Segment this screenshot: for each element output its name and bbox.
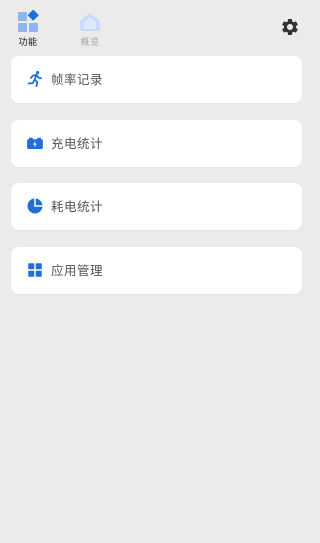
menu-item-fps-record[interactable]: 帧率记录 [11, 56, 302, 103]
home-icon [80, 13, 100, 31]
menu-item-app-management[interactable]: 应用管理 [11, 247, 302, 294]
menu-item-label: 充电统计 [51, 136, 104, 151]
menu-item-label: 耗电统计 [51, 199, 104, 214]
menu-item-drain-stats[interactable]: 耗电统计 [11, 183, 302, 230]
pie-chart-icon [27, 198, 43, 214]
tab-features-label: 功能 [18, 38, 38, 48]
running-person-icon [27, 70, 42, 88]
app-grid-icon [28, 263, 42, 277]
menu-item-charge-stats[interactable]: 充电统计 [11, 120, 302, 167]
menu-item-label: 帧率记录 [51, 72, 104, 87]
tab-overview[interactable]: 概览 [70, 10, 110, 48]
tab-overview-label: 概览 [80, 38, 100, 48]
battery-charging-icon [27, 137, 43, 149]
gear-icon[interactable] [280, 17, 300, 37]
menu-item-label: 应用管理 [51, 263, 104, 278]
grid-diamond-icon [18, 10, 39, 32]
tab-features[interactable]: 功能 [8, 10, 48, 48]
top-bar: 功能 概览 [0, 0, 311, 52]
